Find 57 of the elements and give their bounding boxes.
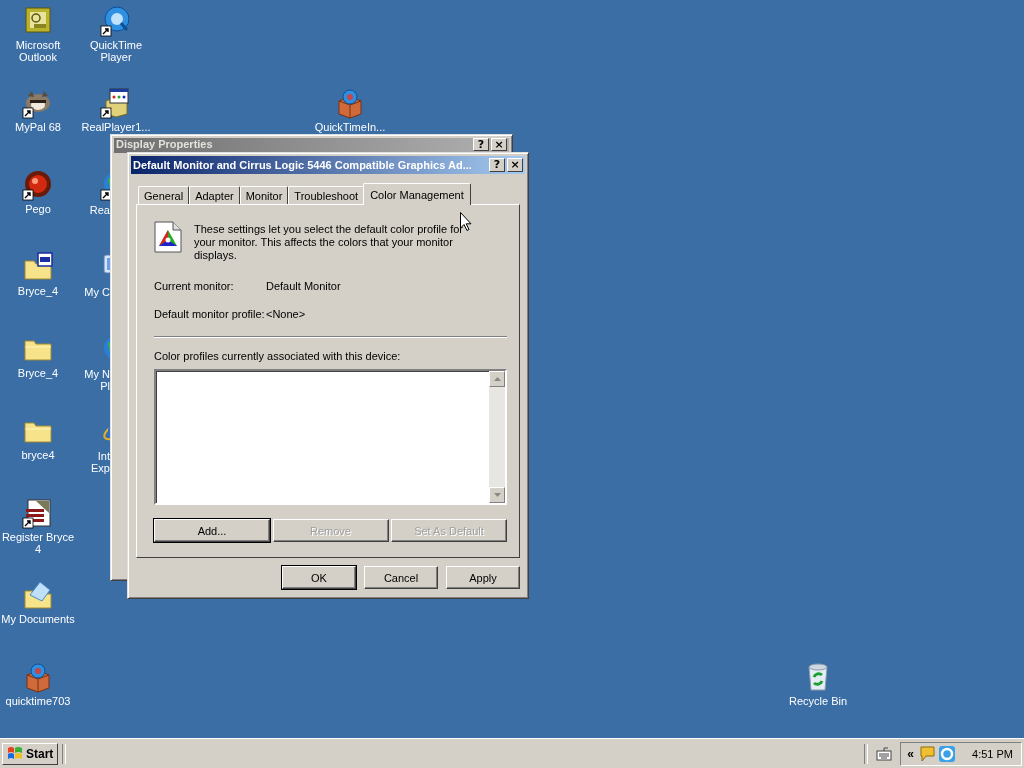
color-document-icon [154,221,182,253]
icon-label[interactable]: My Documents [1,613,75,625]
tab[interactable]: Adapter [189,186,240,204]
icon-label[interactable]: Int Exp [78,450,110,474]
scrollbar[interactable] [489,371,505,503]
push-button[interactable]: Add... [154,519,270,542]
icon-label[interactable]: Bryce_4 [17,367,59,379]
description-text: These settings let you select the default color profile for your monitor. This affects the colors that your monitor displays. [194,223,465,262]
four-color-flag-icon [7,746,23,761]
ball-icon[interactable] [22,169,54,201]
push-button[interactable]: OK [282,566,356,589]
documents-folder-icon[interactable] [22,579,54,611]
window-title: Display Properties [116,138,213,150]
icon-label[interactable]: Rea [78,204,110,216]
iso-folder-icon[interactable] [22,251,54,283]
speech-bubble-icon[interactable] [918,744,937,763]
icon-label[interactable]: My C [78,286,110,298]
tab[interactable]: Color Management [363,183,471,205]
icon-label[interactable]: MyPal 68 [15,121,61,133]
icon-label[interactable]: Bryce_4 [17,285,59,297]
field-label: Current monitor: [154,280,235,292]
tab[interactable]: General [138,186,190,204]
start-button[interactable]: Start [2,742,59,765]
field-value: Default Monitor [266,280,341,292]
scroll-down-button[interactable] [489,487,505,503]
push-button[interactable]: Cancel [364,566,438,589]
icon-label[interactable]: Microsoft Outlook [1,39,75,63]
document-stripes-icon[interactable] [22,497,54,529]
icon-label[interactable]: QuickTimeIn... [314,121,386,133]
help-button[interactable]: ? [489,158,505,172]
icon-label[interactable]: quicktime703 [5,695,71,707]
circle-q-icon[interactable] [100,5,132,37]
icon-label[interactable]: QuickTime Player [79,39,153,63]
window-title: Default Monitor and Cirrus Logic 5446 Compatible Graphics Ad... [133,159,472,171]
icon-label[interactable]: RealPlayer1... [81,121,151,133]
up-arrow-icon [493,377,501,381]
close-button[interactable]: × [491,138,507,151]
push-button[interactable]: Apply [446,566,520,589]
keyboard-icon[interactable] [876,746,893,761]
list-label: Color profiles currently associated with this device: [154,350,402,362]
scroll-up-button[interactable] [489,371,505,387]
down-arrow-icon [493,493,501,497]
tab[interactable]: Troubleshoot [288,186,365,204]
field-label: Default monitor profile: [154,308,266,320]
expand-tray-button[interactable]: « [905,746,917,761]
icon-label[interactable]: Register Bryce 4 [1,531,75,555]
software-box-icon[interactable] [100,87,132,119]
tab[interactable]: Monitor [239,186,289,204]
close-button[interactable]: × [507,158,523,172]
icon-label[interactable]: My N Pl [78,368,110,392]
icon-label[interactable]: Pego [25,203,51,215]
help-button[interactable]: ? [473,138,489,151]
icon-label[interactable]: Recycle Bin [788,695,848,707]
icon-label[interactable]: bryce4 [21,449,55,461]
profile-list[interactable] [154,369,507,505]
clock[interactable]: 4:51 PM [972,747,1013,760]
field-value: <None> [266,308,306,320]
